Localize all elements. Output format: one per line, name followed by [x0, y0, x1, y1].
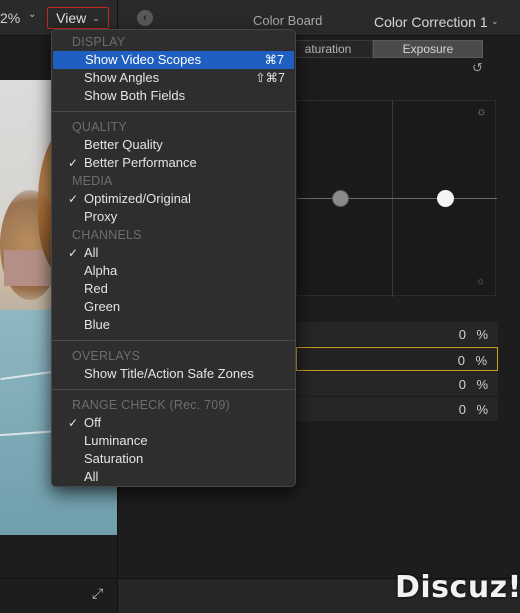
checkmark-icon: ✓	[68, 156, 79, 170]
menu-item-label: Luminance	[84, 433, 148, 448]
menu-item-shortcut: ⇧⌘7	[255, 71, 285, 85]
menu-item-label: Red	[84, 281, 108, 296]
menu-item-show-angles[interactable]: Show Angles ⇧⌘7	[52, 69, 295, 87]
brightness-high-icon: ☼	[476, 104, 487, 118]
exposure-board[interactable]	[296, 100, 497, 297]
menu-item-optimized-original[interactable]: ✓ Optimized/Original	[52, 190, 295, 208]
menu-item-label: Show Angles	[84, 70, 160, 85]
brightness-low-icon: ☼	[476, 276, 486, 287]
value-field[interactable]: 0	[459, 377, 466, 392]
watermark-logo: Discuz!	[395, 570, 520, 605]
menu-item-better-performance[interactable]: ✓ Better Performance	[52, 154, 295, 172]
menu-section-channels: CHANNELS	[72, 228, 142, 242]
menu-separator	[52, 111, 295, 112]
value-row[interactable]: 0 %	[296, 322, 498, 346]
menu-item-red[interactable]: Red	[52, 280, 295, 298]
chevron-down-icon: ⌄	[92, 12, 100, 23]
menu-item-label: Better Quality	[84, 137, 163, 152]
menu-item-range-all[interactable]: All	[52, 468, 295, 486]
back-arrow-icon[interactable]: ‹	[137, 10, 153, 26]
tab-saturation[interactable]: aturation	[283, 40, 373, 58]
viewer-bottom-divider	[0, 578, 117, 579]
unit-label: %	[475, 353, 487, 368]
midtones-puck[interactable]	[332, 190, 349, 207]
unit-label: %	[476, 402, 488, 417]
checkmark-icon: ✓	[68, 246, 79, 260]
app-window: 2% ⌄ View ⌄ ‹ Color Board Color Correcti…	[0, 0, 520, 613]
menu-section-range-check: RANGE CHECK (Rec. 709)	[72, 398, 230, 412]
menu-item-label: Better Performance	[84, 155, 197, 170]
tab-exposure[interactable]: Exposure	[373, 40, 483, 58]
menu-item-range-luminance[interactable]: Luminance	[52, 432, 295, 450]
menu-item-alpha[interactable]: Alpha	[52, 262, 295, 280]
view-menu-button[interactable]: View ⌄	[47, 7, 109, 29]
value-field[interactable]: 0	[459, 402, 466, 417]
menu-item-range-off[interactable]: ✓ Off	[52, 414, 295, 432]
menu-item-show-both-fields[interactable]: Show Both Fields	[52, 87, 295, 105]
menu-item-label: Show Title/Action Safe Zones	[84, 366, 254, 381]
menu-item-label: Saturation	[84, 451, 144, 466]
menu-item-shortcut: ⌘7	[264, 53, 284, 67]
zoom-chevron-icon[interactable]: ⌄	[28, 9, 36, 20]
menu-item-show-video-scopes[interactable]: Show Video Scopes ⌘7	[53, 51, 294, 69]
color-board-tabs: aturation Exposure	[283, 40, 483, 58]
menu-section-overlays: OVERLAYS	[72, 349, 141, 363]
menu-item-label: All	[84, 469, 99, 484]
menu-item-proxy[interactable]: Proxy	[52, 208, 295, 226]
color-correction-selector[interactable]: Color Correction 1	[374, 14, 488, 30]
menu-section-media: MEDIA	[72, 174, 113, 188]
menu-section-display: DISPLAY	[72, 35, 126, 49]
menu-item-label: Optimized/Original	[84, 191, 191, 206]
menu-item-channels-all[interactable]: ✓ All	[52, 244, 295, 262]
fullscreen-icon[interactable]: ⤢	[92, 585, 108, 601]
checkmark-icon: ✓	[68, 192, 79, 206]
view-dropdown-menu: DISPLAY Show Video Scopes ⌘7 Show Angles…	[51, 29, 296, 487]
menu-item-label: Off	[84, 415, 102, 430]
menu-item-safe-zones[interactable]: Show Title/Action Safe Zones	[52, 365, 295, 383]
value-field[interactable]: 0	[459, 327, 466, 342]
unit-label: %	[476, 377, 488, 392]
view-menu-label: View	[56, 10, 87, 26]
exposure-values: 0 % 0 % 0 % 0 %	[296, 322, 498, 422]
menu-separator	[52, 389, 295, 390]
board-center-line	[297, 198, 497, 199]
checkmark-icon: ✓	[68, 416, 79, 430]
zoom-value[interactable]: 2%	[0, 10, 20, 26]
menu-separator	[52, 340, 295, 341]
value-row[interactable]: 0 %	[296, 397, 498, 421]
menu-item-label: Alpha	[84, 263, 118, 278]
reset-icon[interactable]: ↺	[472, 60, 483, 76]
menu-section-quality: QUALITY	[72, 120, 127, 134]
menu-item-range-saturation[interactable]: Saturation	[52, 450, 295, 468]
board-divider	[392, 101, 393, 297]
menu-item-better-quality[interactable]: Better Quality	[52, 136, 295, 154]
highlights-puck[interactable]	[437, 190, 454, 207]
value-row[interactable]: 0 %	[296, 372, 498, 396]
menu-item-label: Blue	[84, 317, 111, 332]
value-row-selected[interactable]: 0 %	[296, 347, 498, 371]
menu-item-label: Green	[84, 299, 121, 314]
value-field[interactable]: 0	[458, 353, 465, 368]
chevron-down-icon[interactable]: ⌄	[491, 16, 499, 27]
menu-item-label: All	[84, 245, 99, 260]
menu-item-blue[interactable]: Blue	[52, 316, 295, 334]
color-board-title: Color Board	[253, 13, 323, 28]
menu-item-label: Proxy	[84, 209, 118, 224]
menu-item-label: Show Video Scopes	[85, 52, 202, 67]
menu-item-green[interactable]: Green	[52, 298, 295, 316]
unit-label: %	[476, 327, 488, 342]
menu-item-label: Show Both Fields	[84, 88, 186, 103]
